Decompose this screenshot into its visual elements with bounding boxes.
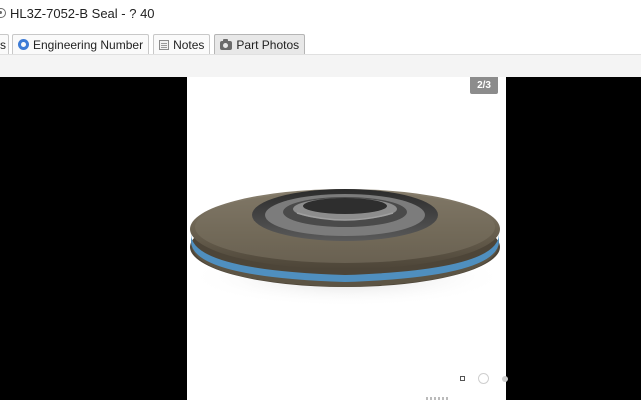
toolbar-strip: [0, 54, 641, 77]
carousel-dots: [460, 373, 521, 384]
tab-partial[interactable]: s: [0, 34, 9, 54]
gear-icon: [18, 39, 29, 50]
tab-engineering-number[interactable]: Engineering Number: [12, 34, 150, 54]
tab-engineering-number-label: Engineering Number: [33, 37, 144, 52]
notes-icon: [159, 39, 170, 50]
page-title: HL3Z-7052-B Seal - ? 40: [10, 5, 155, 21]
title-row: HL3Z-7052-B Seal - ? 40: [0, 2, 155, 24]
tab-notes[interactable]: Notes: [153, 34, 211, 54]
camera-icon: [220, 38, 233, 50]
tab-part-photos[interactable]: Part Photos: [214, 34, 306, 54]
tab-partial-label: s: [0, 37, 6, 52]
photo-counter: 2/3: [470, 77, 498, 94]
carousel-dot-2[interactable]: [478, 373, 489, 384]
tab-bar: s Engineering Number Notes Part Photos: [0, 32, 641, 54]
tab-part-photos-label: Part Photos: [236, 37, 300, 52]
part-photo[interactable]: 2/3: [187, 77, 506, 400]
part-icon: [0, 8, 6, 18]
carousel-dot-1[interactable]: [460, 376, 465, 381]
photo-viewer: 2/3: [0, 77, 641, 400]
carousel-dot-3[interactable]: [502, 375, 508, 382]
seal-image: [187, 189, 506, 307]
tab-notes-label: Notes: [173, 37, 205, 52]
page: HL3Z-7052-B Seal - ? 40 s Engineering Nu…: [0, 0, 641, 400]
